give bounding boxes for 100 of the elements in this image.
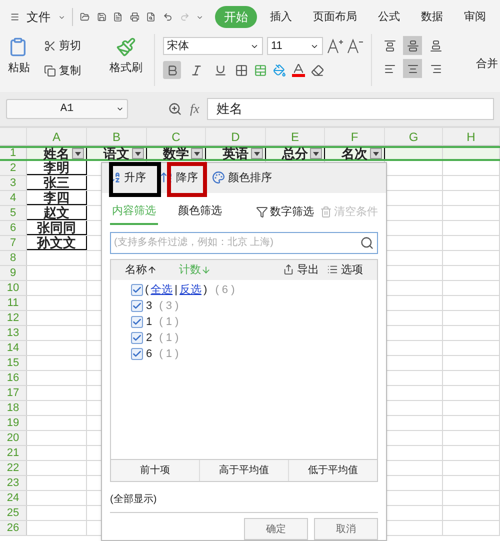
cell-style-icon[interactable] <box>254 64 267 76</box>
row-header[interactable]: 1 <box>0 148 27 159</box>
name-sort-header[interactable]: 名称 <box>125 262 157 278</box>
row-header[interactable]: 6 <box>0 221 27 235</box>
row-header[interactable]: 2 <box>0 161 27 175</box>
row-header[interactable]: 13 <box>0 326 27 340</box>
row-header[interactable]: 10 <box>0 281 27 295</box>
font-size-field[interactable]: 11 <box>267 37 323 55</box>
formula-field[interactable]: 姓名 <box>207 98 494 120</box>
row-header[interactable]: 18 <box>0 401 27 415</box>
copy-button[interactable]: 复制 <box>59 62 81 79</box>
number-filter-button[interactable]: 数字筛选 <box>270 204 314 220</box>
format-painter-button[interactable]: 格式刷 <box>110 60 142 76</box>
checkbox[interactable] <box>131 316 143 328</box>
column-header[interactable]: G <box>385 128 443 145</box>
search-field[interactable]: (支持多条件过滤，例如：北京 上海) <box>110 232 378 254</box>
align-toggle[interactable] <box>403 36 422 55</box>
row-header[interactable]: 22 <box>0 461 27 475</box>
ribbon-tab[interactable]: 插入 <box>270 8 292 26</box>
save-icon[interactable] <box>96 10 106 24</box>
ribbon-tab[interactable]: 数据 <box>420 8 443 26</box>
preview-icon[interactable] <box>146 10 156 24</box>
row-header[interactable]: 24 <box>0 491 27 505</box>
format-toggle[interactable] <box>163 61 181 79</box>
ribbon-tab[interactable]: 公式 <box>378 8 400 26</box>
chevron-icon[interactable] <box>116 105 124 113</box>
row-header[interactable]: 26 <box>0 521 27 535</box>
ribbon-tab[interactable]: 页面布局 <box>312 8 357 26</box>
clear-button[interactable]: 清空条件 <box>334 204 378 220</box>
checkbox[interactable] <box>131 300 143 312</box>
checkbox[interactable] <box>131 332 143 344</box>
column-header[interactable]: A <box>27 128 87 145</box>
row-header[interactable]: 15 <box>0 356 27 370</box>
ribbon-tab[interactable]: 开始 <box>214 6 257 28</box>
sort-button[interactable]: 降序 <box>160 170 198 186</box>
search-icon[interactable] <box>360 236 374 250</box>
column-header[interactable]: F <box>325 128 385 145</box>
cancel-button[interactable]: 取消 <box>314 518 378 540</box>
printer-icon[interactable] <box>130 10 140 24</box>
zoom-icon[interactable] <box>168 102 182 116</box>
row-header[interactable]: 16 <box>0 371 27 385</box>
shrink-font-icon[interactable] <box>347 38 363 54</box>
cell-reference-field[interactable]: A1 <box>6 99 128 119</box>
row-header[interactable]: 7 <box>0 236 27 250</box>
row-header[interactable]: 17 <box>0 386 27 400</box>
dropdown-button[interactable] <box>191 148 203 159</box>
document-icon[interactable] <box>113 10 123 24</box>
border-icon[interactable] <box>235 64 248 76</box>
row-header[interactable]: 3 <box>0 176 27 190</box>
row-header[interactable]: 8 <box>0 251 27 265</box>
merge-button[interactable]: 合并 <box>476 56 498 72</box>
filter-tab[interactable]: 内容筛选 <box>110 198 158 226</box>
options-button[interactable]: 选项 <box>341 262 363 278</box>
row-header[interactable]: 25 <box>0 506 27 520</box>
sort-button[interactable]: 升序 <box>108 170 146 186</box>
row-header[interactable]: 21 <box>0 446 27 460</box>
column-header[interactable]: C <box>147 128 206 145</box>
font-color-icon[interactable] <box>292 63 305 77</box>
filter-tab[interactable]: 颜色筛选 <box>176 198 224 226</box>
row-header[interactable]: 19 <box>0 416 27 430</box>
paste-button[interactable]: 粘贴 <box>8 60 30 76</box>
quick-filter-button[interactable]: 低于平均值 <box>289 460 377 481</box>
export-button[interactable]: 导出 <box>297 262 319 278</box>
dropdown-button[interactable] <box>370 148 382 159</box>
dropdown-button[interactable] <box>72 148 84 159</box>
table-cell: 英语 <box>222 147 248 160</box>
invert-selection-link[interactable]: 反选 <box>180 282 202 298</box>
row-header[interactable]: 20 <box>0 431 27 445</box>
select-all-link[interactable]: 全选 <box>150 282 173 298</box>
dropdown-button[interactable] <box>310 148 322 159</box>
row-header[interactable]: 14 <box>0 341 27 355</box>
file-menu[interactable]: 文件 <box>26 8 51 26</box>
checkbox[interactable] <box>131 284 143 296</box>
row-header[interactable]: 11 <box>0 296 27 310</box>
quick-filter-button[interactable]: 高于平均值 <box>200 460 289 481</box>
quick-filter-button[interactable]: 前十项 <box>111 460 200 481</box>
row-header[interactable]: 4 <box>0 191 27 205</box>
clipboard-icon[interactable] <box>8 37 28 57</box>
column-header[interactable]: H <box>443 128 500 145</box>
count-sort-header[interactable]: 计数 <box>179 262 211 278</box>
dropdown-button[interactable] <box>251 148 263 159</box>
row-header[interactable]: 23 <box>0 476 27 490</box>
cut-button[interactable]: 剪切 <box>59 38 81 54</box>
align-toggle[interactable] <box>403 59 422 78</box>
column-header[interactable]: E <box>266 128 325 145</box>
column-header[interactable]: B <box>87 128 147 145</box>
row-header[interactable]: 5 <box>0 206 27 220</box>
ok-button[interactable]: 确定 <box>244 518 308 540</box>
row-header[interactable]: 9 <box>0 266 27 280</box>
ribbon-tab[interactable]: 审阅 <box>464 8 486 26</box>
row-header[interactable]: 12 <box>0 311 27 325</box>
dropdown-button[interactable] <box>132 148 144 159</box>
grow-font-icon[interactable] <box>327 38 343 54</box>
arrow-up-icon <box>147 264 157 275</box>
column-header[interactable]: D <box>206 128 266 145</box>
checkbox[interactable] <box>131 348 143 360</box>
font-name-field[interactable]: 宋体 <box>163 37 263 55</box>
sort-button[interactable]: 颜色排序 <box>212 170 272 186</box>
fill-color-icon[interactable] <box>273 64 286 76</box>
eraser-icon[interactable] <box>311 64 324 76</box>
